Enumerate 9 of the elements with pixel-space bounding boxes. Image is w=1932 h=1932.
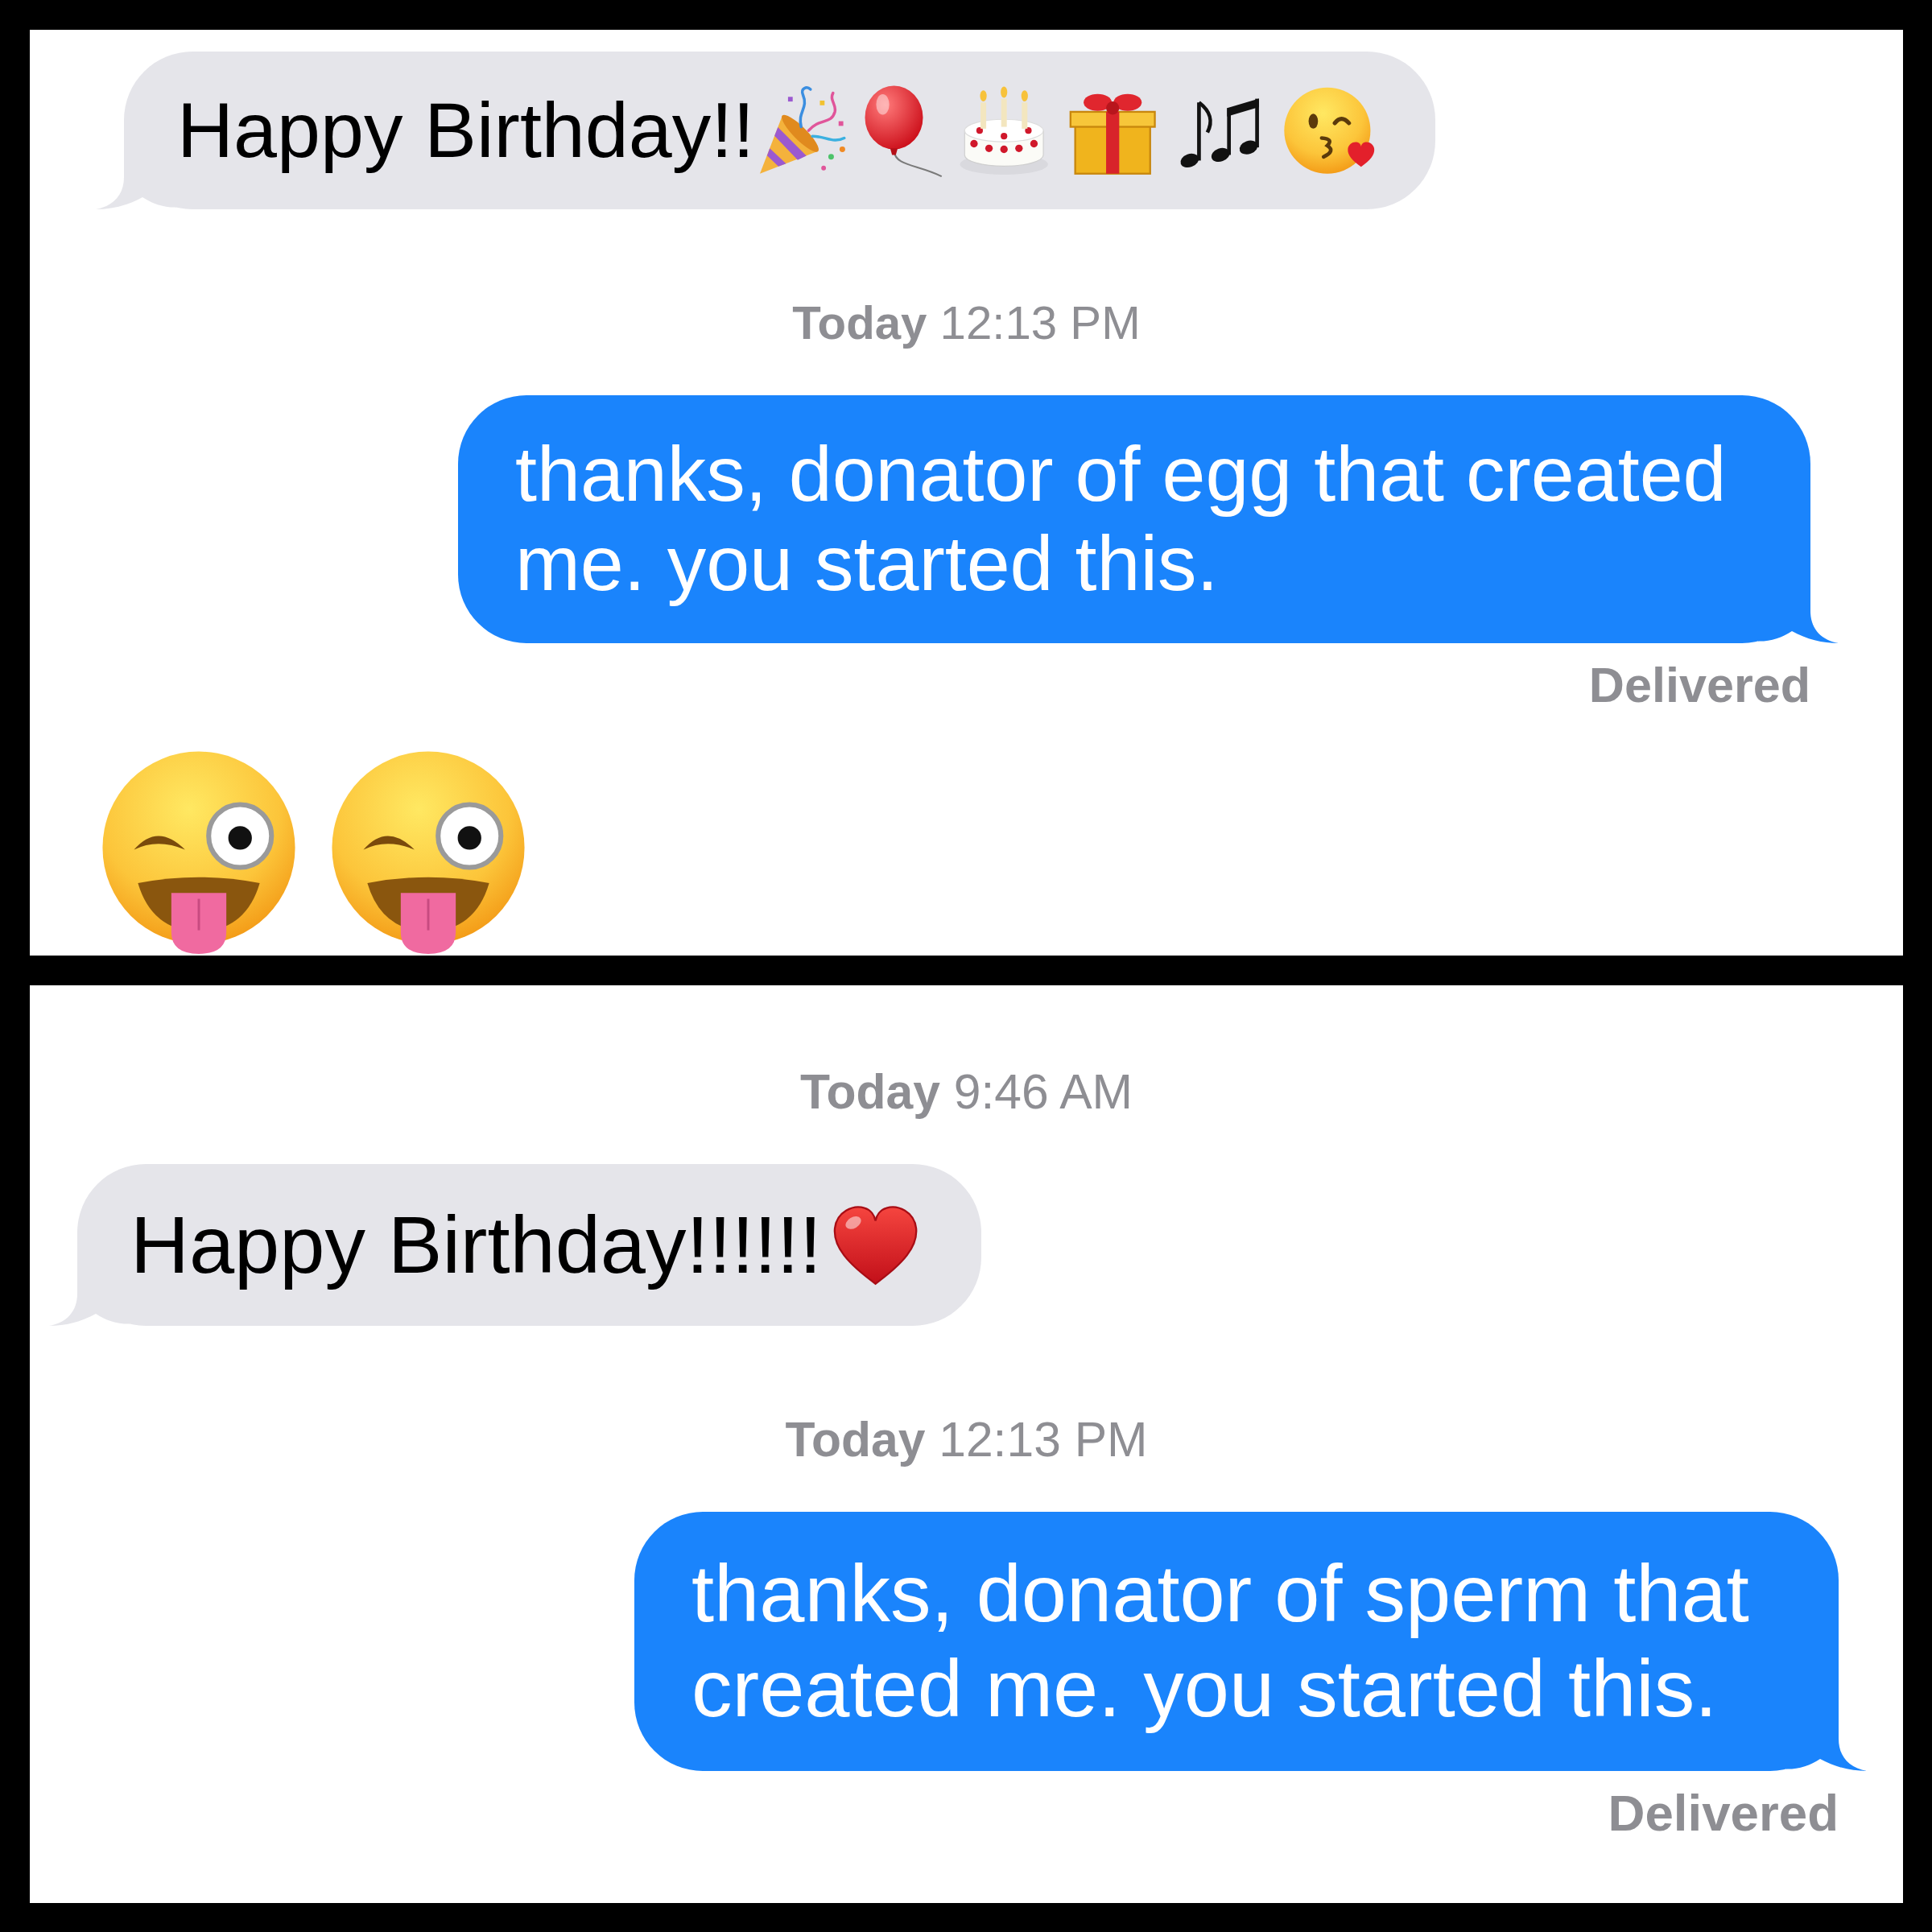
message-text: thanks, donator of egg that created me. you started this.: [515, 430, 1728, 609]
message-text: thanks, donator of sperm that created me. you started this.: [691, 1547, 1750, 1735]
message-text: Happy Birthday!!: [177, 85, 755, 175]
message-text: Happy Birthday!!!!!!: [130, 1199, 822, 1291]
delivery-status: Delivered: [1588, 656, 1810, 713]
delivery-status: Delivered: [1608, 1784, 1839, 1841]
timestamp: Today 12:13 PM: [785, 1411, 1148, 1468]
timestamp: Today 9:46 AM: [799, 1063, 1133, 1120]
timestamp: Today 12:13 PM: [792, 295, 1141, 351]
